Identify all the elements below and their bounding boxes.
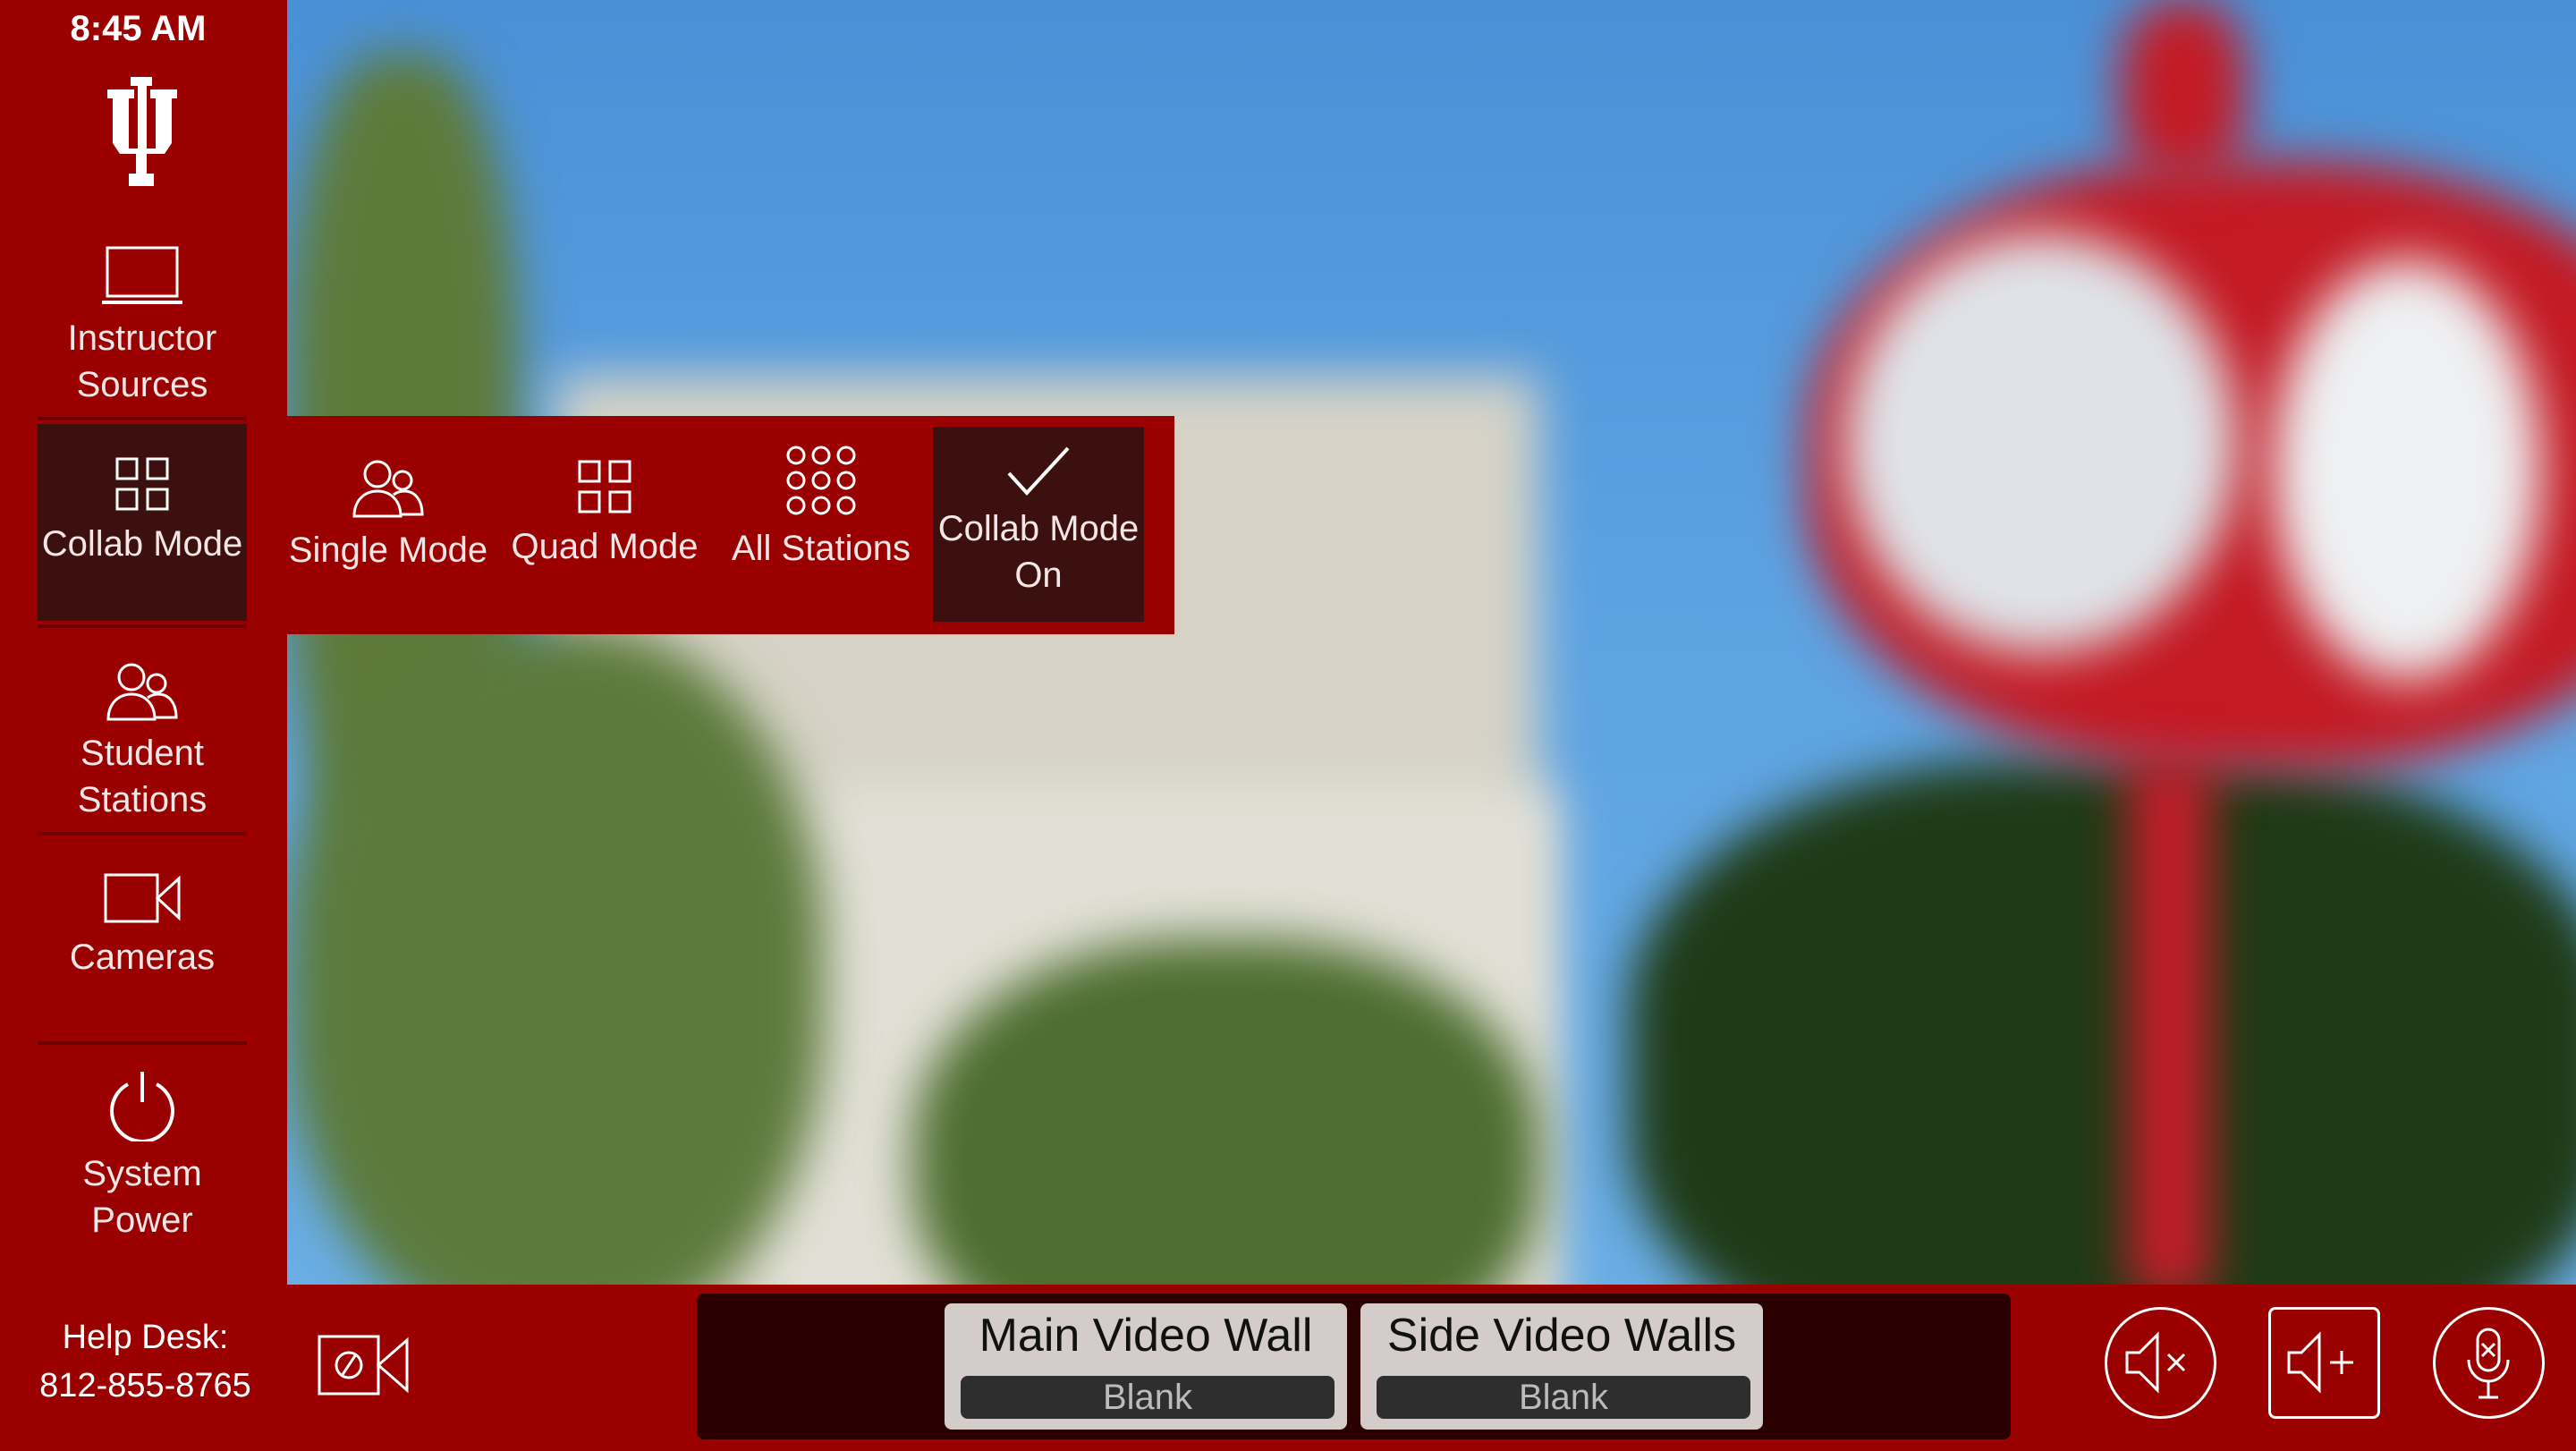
users-icon bbox=[106, 663, 178, 721]
collab-mode-on-label: Collab Mode On bbox=[937, 509, 1140, 595]
sidebar-item-label: Collab Mode bbox=[41, 524, 243, 564]
volume-mute-icon bbox=[2125, 1331, 2186, 1394]
side-video-walls-card[interactable]: Side Video Walls Blank bbox=[1360, 1303, 1763, 1430]
mic-mute-icon bbox=[2467, 1328, 2510, 1399]
sidebar-item-label: Instructor Sources bbox=[67, 318, 217, 404]
help-desk-phone: 812-855-8765 bbox=[39, 1367, 251, 1404]
iu-logo bbox=[107, 77, 177, 186]
help-desk: Help Desk: 812-855-8765 bbox=[0, 1313, 291, 1410]
quad-mode-button[interactable]: Quad Mode bbox=[504, 434, 706, 613]
background-photo bbox=[287, 0, 2576, 1285]
display-title: Main Video Wall bbox=[979, 1310, 1313, 1362]
sidebar-item-cameras[interactable]: Cameras bbox=[38, 871, 247, 980]
check-icon bbox=[1007, 446, 1070, 496]
sidebar: 8:45 AM Instructor Sources Collab Mode S… bbox=[0, 0, 287, 1285]
grid-icon bbox=[578, 460, 631, 513]
volume-mute-button[interactable] bbox=[2105, 1307, 2216, 1419]
divider bbox=[38, 832, 247, 836]
footer-bar: Help Desk: 812-855-8765 Main Video Wall … bbox=[0, 1285, 2576, 1451]
main-video-wall-card[interactable]: Main Video Wall Blank bbox=[945, 1303, 1347, 1430]
nine-dots-icon bbox=[786, 445, 856, 515]
display-status-button[interactable]: Blank bbox=[1377, 1376, 1750, 1419]
sidebar-item-label: Student Stations bbox=[77, 734, 208, 819]
volume-up-button[interactable] bbox=[2268, 1307, 2380, 1419]
single-mode-label: Single Mode bbox=[288, 530, 488, 570]
grid-icon bbox=[115, 457, 169, 511]
video-camera-icon bbox=[104, 873, 181, 923]
display-panel: Main Video Wall Blank Side Video Walls B… bbox=[697, 1294, 2011, 1439]
laptop-icon bbox=[102, 246, 182, 304]
camera-off-icon[interactable] bbox=[317, 1331, 410, 1399]
single-mode-button[interactable]: Single Mode bbox=[287, 434, 489, 613]
volume-up-icon bbox=[2287, 1331, 2353, 1394]
sidebar-item-label: System Power bbox=[82, 1154, 202, 1240]
mic-mute-button[interactable] bbox=[2433, 1307, 2545, 1419]
sidebar-item-instructor-sources[interactable]: Instructor Sources bbox=[38, 245, 247, 408]
sidebar-item-student-stations[interactable]: Student Stations bbox=[38, 662, 247, 823]
quad-mode-label: Quad Mode bbox=[511, 527, 699, 566]
display-status-button[interactable]: Blank bbox=[961, 1376, 1335, 1419]
all-stations-label: All Stations bbox=[731, 529, 911, 568]
sidebar-item-label: Cameras bbox=[69, 938, 216, 977]
sidebar-item-system-power[interactable]: System Power bbox=[38, 1070, 247, 1243]
power-icon bbox=[110, 1072, 174, 1141]
sidebar-item-collab-mode[interactable]: Collab Mode bbox=[38, 424, 247, 621]
collab-mode-menu: Single Mode Quad Mode All Stations Colla… bbox=[287, 416, 1174, 634]
users-icon bbox=[352, 460, 424, 518]
collab-mode-on-button[interactable]: Collab Mode On bbox=[933, 427, 1144, 622]
divider bbox=[38, 624, 247, 628]
help-desk-label: Help Desk: bbox=[62, 1319, 229, 1356]
divider bbox=[38, 1041, 247, 1045]
display-title: Side Video Walls bbox=[1386, 1310, 1737, 1362]
divider bbox=[38, 417, 247, 420]
all-stations-button[interactable]: All Stations bbox=[720, 434, 922, 613]
clock: 8:45 AM bbox=[70, 9, 207, 48]
